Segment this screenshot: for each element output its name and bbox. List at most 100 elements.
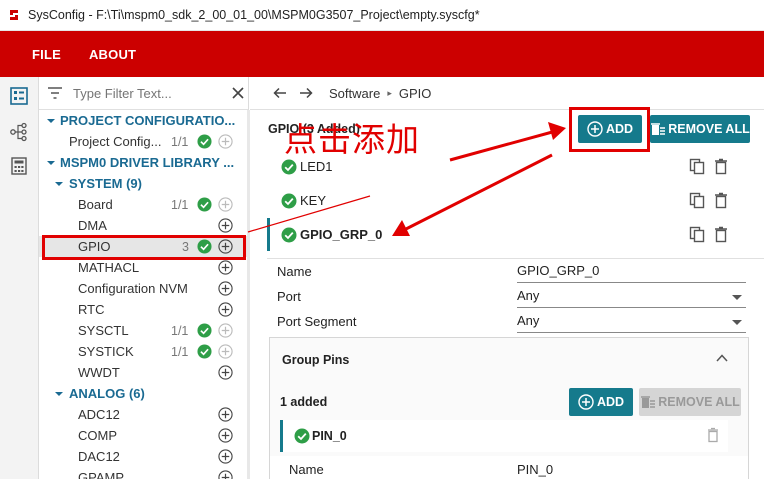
check-circle-icon bbox=[281, 227, 297, 242]
item-label: Board bbox=[78, 197, 113, 212]
section-label: PROJECT CONFIGURATIO... bbox=[60, 113, 236, 128]
rail-software-view[interactable] bbox=[8, 85, 30, 107]
trash-icon[interactable] bbox=[714, 226, 728, 243]
tree-item-gpamp[interactable]: GPAMP bbox=[39, 467, 248, 479]
field-label-port-segment: Port Segment bbox=[277, 314, 357, 329]
chevron-down-icon bbox=[55, 182, 63, 186]
module-tree-panel: PROJECT CONFIGURATIO... Project Config..… bbox=[39, 77, 249, 479]
rail-hardware-view[interactable] bbox=[8, 121, 30, 143]
tree-section-project-configuration[interactable]: PROJECT CONFIGURATIO... bbox=[39, 110, 248, 131]
instance-row-key[interactable]: KEY bbox=[267, 184, 757, 217]
group-pins-title: Group Pins bbox=[282, 353, 350, 367]
pin-field-label-name: Name bbox=[289, 462, 324, 477]
tree-item-project-config[interactable]: Project Config... 1/1 bbox=[39, 131, 248, 152]
tree-section-system[interactable]: SYSTEM (9) bbox=[39, 173, 248, 194]
add-circle-icon[interactable] bbox=[218, 302, 233, 317]
rail-resource-view[interactable] bbox=[8, 155, 30, 177]
add-circle-icon[interactable] bbox=[218, 407, 233, 422]
trash-icon bbox=[708, 427, 718, 443]
tree-item-systick[interactable]: SYSTICK 1/1 bbox=[39, 341, 248, 362]
caret-down-icon bbox=[732, 320, 742, 325]
trash-icon[interactable] bbox=[714, 158, 728, 175]
instance-row-gpio-grp-0[interactable]: GPIO_GRP_0 bbox=[267, 218, 757, 251]
back-arrow-icon[interactable] bbox=[272, 85, 288, 101]
tree-section-driver-library[interactable]: MSPM0 DRIVER LIBRARY ... bbox=[39, 152, 248, 173]
tree-item-configuration-nvm[interactable]: Configuration NVM bbox=[39, 278, 248, 299]
breadcrumb: Software ▸ GPIO bbox=[250, 77, 764, 110]
filter-input[interactable] bbox=[73, 85, 223, 101]
item-label: Project Config... bbox=[69, 134, 162, 149]
add-circle-icon-disabled bbox=[218, 344, 233, 359]
remove-all-icon bbox=[641, 396, 656, 408]
item-label: COMP bbox=[78, 428, 117, 443]
menu-bar: FILE ABOUT bbox=[0, 31, 764, 77]
name-value: GPIO_GRP_0 bbox=[517, 263, 600, 278]
field-label-name: Name bbox=[277, 264, 312, 279]
tree-item-dac12[interactable]: DAC12 bbox=[39, 446, 248, 467]
add-circle-icon-disabled bbox=[218, 134, 233, 149]
chevron-up-icon[interactable] bbox=[716, 353, 728, 363]
add-circle-icon[interactable] bbox=[218, 365, 233, 380]
port-segment-select[interactable]: Any bbox=[517, 313, 746, 333]
caret-down-icon bbox=[732, 295, 742, 300]
add-circle-icon-disabled bbox=[218, 197, 233, 212]
menu-file[interactable]: FILE bbox=[32, 47, 61, 62]
pin-name-input[interactable]: PIN_0 bbox=[517, 462, 746, 479]
calculator-icon bbox=[11, 157, 27, 175]
add-circle-icon[interactable] bbox=[218, 218, 233, 233]
breadcrumb-separator: ▸ bbox=[387, 87, 392, 98]
tree-item-comp[interactable]: COMP bbox=[39, 425, 248, 446]
add-circle-icon[interactable] bbox=[218, 260, 233, 275]
tree-item-adc12[interactable]: ADC12 bbox=[39, 404, 248, 425]
copy-icon[interactable] bbox=[689, 226, 705, 243]
trash-icon[interactable] bbox=[714, 192, 728, 209]
name-input[interactable]: GPIO_GRP_0 bbox=[517, 263, 746, 283]
window-title: SysConfig - F:\Ti\mspm0_sdk_2_00_01_00\M… bbox=[28, 8, 480, 22]
tree-item-rtc[interactable]: RTC bbox=[39, 299, 248, 320]
add-circle-icon[interactable] bbox=[218, 428, 233, 443]
add-circle-icon[interactable] bbox=[218, 470, 233, 479]
tree-item-wwdt[interactable]: WWDT bbox=[39, 362, 248, 383]
tree-section-analog[interactable]: ANALOG (6) bbox=[39, 383, 248, 404]
forward-arrow-icon[interactable] bbox=[298, 85, 314, 101]
instance-name: GPIO_GRP_0 bbox=[300, 227, 383, 242]
add-circle-icon bbox=[578, 394, 594, 410]
add-circle-icon-disabled bbox=[218, 323, 233, 338]
annotation-highlight-gpio bbox=[42, 235, 246, 260]
check-circle-icon bbox=[197, 197, 212, 212]
add-circle-icon[interactable] bbox=[218, 281, 233, 296]
port-select[interactable]: Any bbox=[517, 288, 746, 308]
tree-item-dma[interactable]: DMA bbox=[39, 215, 248, 236]
filter-bar bbox=[39, 77, 248, 110]
annotation-text: 点击添加 bbox=[284, 120, 420, 159]
chevron-down-icon bbox=[47, 161, 55, 165]
tree-item-sysctl[interactable]: SYSCTL 1/1 bbox=[39, 320, 248, 341]
copy-icon[interactable] bbox=[689, 158, 705, 175]
section-label: SYSTEM (9) bbox=[69, 176, 142, 191]
item-label: RTC bbox=[78, 302, 105, 317]
add-pin-button[interactable]: ADD bbox=[569, 388, 633, 416]
add-circle-icon[interactable] bbox=[218, 449, 233, 464]
check-circle-icon bbox=[197, 323, 212, 338]
breadcrumb-gpio: GPIO bbox=[398, 85, 432, 101]
item-count: 1/1 bbox=[171, 344, 189, 359]
item-label: ADC12 bbox=[78, 407, 120, 422]
remove-all-label: REMOVE ALL bbox=[668, 122, 750, 136]
breadcrumb-software[interactable]: Software bbox=[329, 86, 380, 101]
item-label: MATHACL bbox=[78, 260, 140, 275]
item-label: GPAMP bbox=[78, 470, 124, 479]
copy-icon[interactable] bbox=[689, 192, 705, 209]
item-label: SYSTICK bbox=[78, 344, 134, 359]
item-count: 1/1 bbox=[171, 197, 189, 212]
check-circle-icon bbox=[197, 344, 212, 359]
remove-all-pins-label: REMOVE ALL bbox=[658, 395, 740, 409]
remove-all-pins-button: REMOVE ALL bbox=[639, 388, 741, 416]
tree-item-board[interactable]: Board 1/1 bbox=[39, 194, 248, 215]
item-count: 1/1 bbox=[171, 134, 189, 149]
pin-row-pin-0[interactable]: PIN_0 bbox=[280, 420, 728, 452]
menu-about[interactable]: ABOUT bbox=[89, 47, 136, 62]
remove-all-button[interactable]: REMOVE ALL bbox=[650, 115, 750, 143]
item-label: DMA bbox=[78, 218, 107, 233]
tree-item-mathacl[interactable]: MATHACL bbox=[39, 257, 248, 278]
clear-filter-icon[interactable] bbox=[231, 86, 245, 100]
